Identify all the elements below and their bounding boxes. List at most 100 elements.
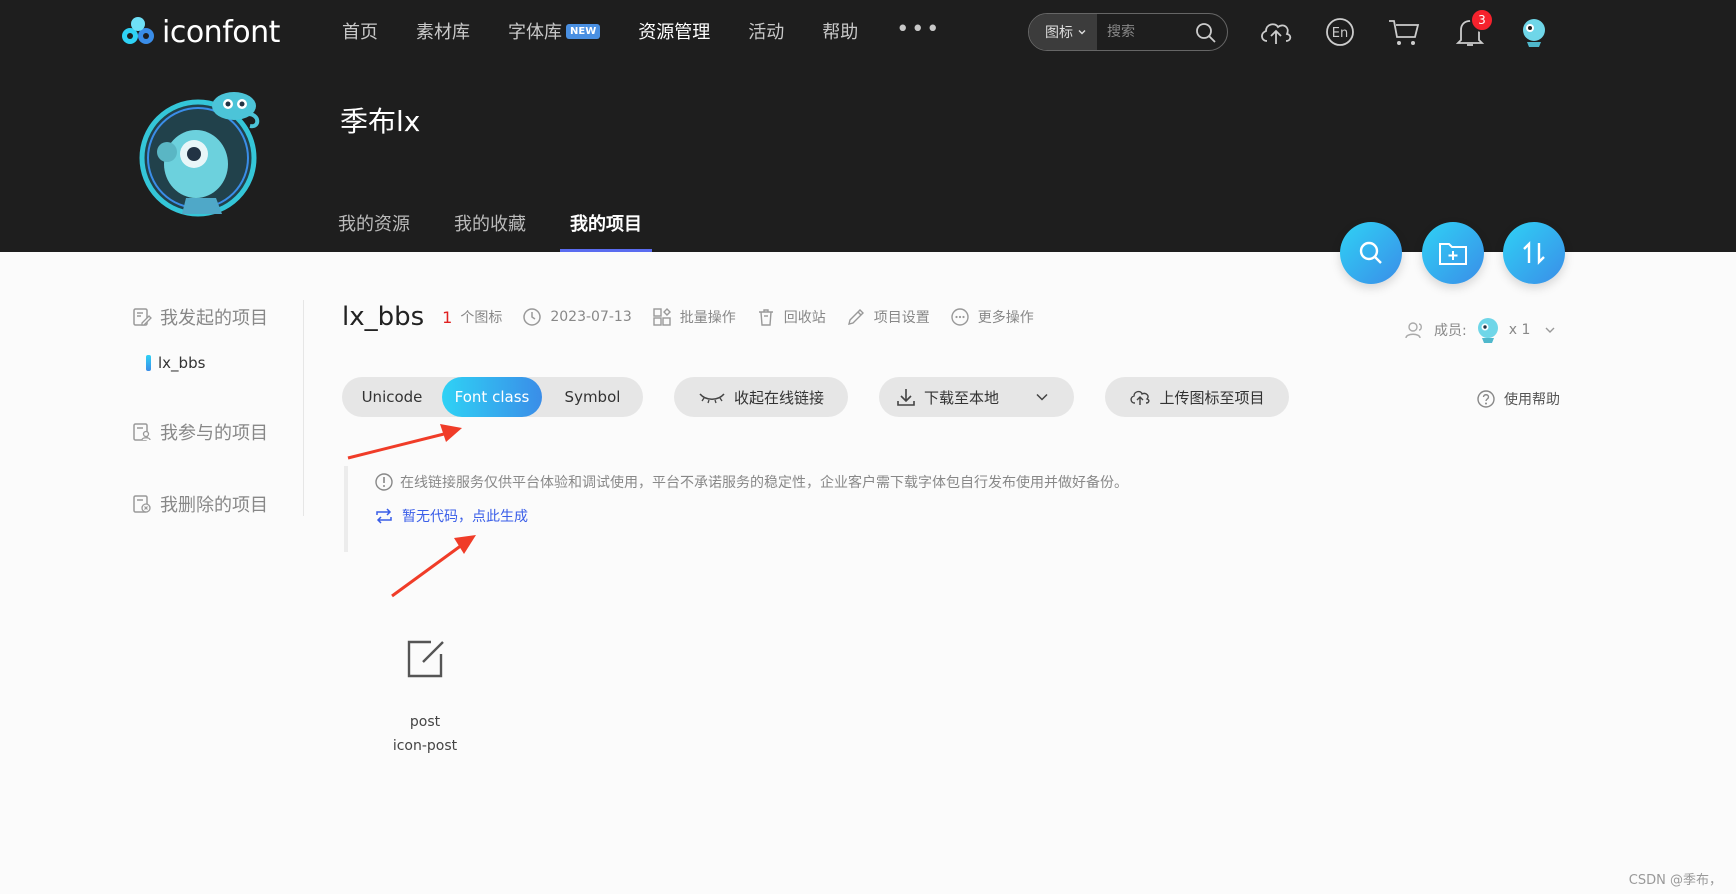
eye-closed-icon [699,393,725,404]
icon-count: 1 [442,307,453,327]
more-actions-label: 更多操作 [977,310,1034,326]
svg-text:En: En [1332,26,1348,41]
members-label: 成员: [1434,323,1467,339]
edit-square-icon [407,640,444,678]
collapse-online-link-label: 收起在线链接 [733,388,824,407]
nav-help-label: 帮助 [822,22,859,43]
search-box: 图标 [1028,13,1228,51]
arrow-to-font-class [347,424,462,460]
search-type-label: 图标 [1045,25,1073,41]
tab-my-projects[interactable]: 我的项目 [560,210,652,252]
batch-operation-button[interactable]: 批量操作 [652,307,736,327]
project-settings-label: 项目设置 [873,310,930,326]
search-icon[interactable] [1195,22,1217,44]
sidebar-item-created-label: 我发起的项目 [160,308,268,329]
project-title: lx_bbs [342,302,425,332]
members-dropdown[interactable]: 成员: x 1 [1404,316,1556,344]
language-en-icon[interactable]: En [1322,14,1358,50]
sidebar-item-created[interactable]: 我发起的项目 [132,304,268,330]
icon-class-name: icon-post [392,738,458,754]
nav-events[interactable]: 活动 [748,18,784,44]
profile-name: 季布lx [340,105,421,138]
logo-text: iconfont [162,14,280,50]
chevron-down-icon[interactable] [1035,390,1049,404]
nav-more-icon[interactable]: ••• [896,17,941,42]
bell-icon[interactable]: 3 [1452,8,1494,50]
sidebar-item-deleted[interactable]: 我删除的项目 [132,491,268,517]
sort-icon [1523,241,1545,265]
search-fab-button[interactable] [1340,222,1402,284]
folder-add-icon [1439,243,1467,265]
more-actions-button[interactable]: 更多操作 [950,307,1034,327]
download-local-label: 下载至本地 [923,388,999,407]
nav-library[interactable]: 素材库 [416,18,470,44]
trash-doc-icon [133,495,151,513]
sidebar-subitem-lx-bbs[interactable]: lx_bbs [146,354,205,372]
sidebar-item-joined-label: 我参与的项目 [160,423,268,444]
new-folder-fab-button[interactable] [1422,222,1484,284]
notice-text: 在线链接服务仅供平台体验和调试使用，平台不承诺服务的稳定性，企业客户需下载字体包… [400,475,1128,491]
nav-home[interactable]: 首页 [342,18,378,44]
tab-font-class[interactable]: Font class [442,377,542,417]
sort-fab-button[interactable] [1503,222,1565,284]
members-count: x 1 [1508,322,1531,338]
more-circle-icon [951,308,969,326]
profile-avatar [139,92,260,217]
search-type-select[interactable]: 图标 [1029,14,1097,50]
usage-help-link[interactable]: 使用帮助 [1476,389,1560,409]
upload-to-project-label: 上传图标至项目 [1159,388,1265,407]
edit-doc-icon [133,308,152,326]
collapse-online-link-button[interactable]: 收起在线链接 [674,377,848,417]
members-icon [1405,322,1422,339]
nav-home-label: 首页 [342,22,378,43]
nav-fonts[interactable]: 字体库 NEW [508,18,601,44]
chevron-down-icon [1545,327,1555,333]
upload-to-project-button[interactable]: 上传图标至项目 [1105,377,1289,417]
tab-my-resources[interactable]: 我的资源 [338,210,410,252]
trash-icon [758,309,773,326]
project-settings-button[interactable]: 项目设置 [846,307,930,327]
sidebar-item-joined[interactable]: 我参与的项目 [132,419,268,445]
icon-name: post [409,714,441,730]
user-avatar[interactable] [1516,14,1552,50]
tab-symbol[interactable]: Symbol [542,377,643,417]
sidebar-item-deleted-label: 我删除的项目 [160,495,268,516]
logo[interactable]: iconfont [120,10,280,54]
batch-operation-label: 批量操作 [679,310,736,326]
notice-text-line: 在线链接服务仅供平台体验和调试使用，平台不承诺服务的稳定性，企业客户需下载字体包… [374,472,1128,492]
nav-library-label: 素材库 [416,22,470,43]
project-header: lx_bbs 1 个图标 2023-07-13 批量操作 回收站 项目设置 更多… [342,300,1054,334]
notification-badge: 3 [1470,8,1494,32]
profile-tabs: 我的资源 我的收藏 我的项目 [338,210,686,252]
sidebar-subitem-label: lx_bbs [158,354,206,372]
search-input[interactable] [1097,24,1187,40]
member-avatar [1477,318,1498,343]
code-type-tabs: Unicode Font class Symbol [342,377,643,417]
refresh-icon [376,508,392,524]
new-badge: NEW [566,23,601,39]
project-sidebar: 我发起的项目 lx_bbs 我参与的项目 我删除的项目 [128,300,304,516]
chevron-down-icon [1078,30,1086,35]
recycle-bin-label: 回收站 [783,310,826,326]
nav-help[interactable]: 帮助 [822,18,858,44]
online-link-notice: 在线链接服务仅供平台体验和调试使用，平台不承诺服务的稳定性，企业客户需下载字体包… [344,466,1244,552]
clock-icon [523,308,542,326]
usage-help-label: 使用帮助 [1504,392,1560,408]
icon-count-unit: 个图标 [460,307,502,327]
tab-unicode[interactable]: Unicode [342,377,442,417]
person-doc-icon [133,423,151,441]
cart-icon[interactable] [1386,14,1422,50]
tab-my-favorites[interactable]: 我的收藏 [454,210,526,252]
download-local-button[interactable]: 下载至本地 [879,377,1074,417]
generate-code-link[interactable]: 暂无代码，点此生成 [374,506,528,526]
icon-card-post[interactable]: post icon-post [380,626,470,754]
project-date: 2023-07-13 [522,307,632,327]
watermark: CSDN @季布， [1628,873,1722,888]
nav-resources[interactable]: 资源管理 [638,18,710,44]
recycle-bin-button[interactable]: 回收站 [756,307,826,327]
top-header: iconfont 首页 素材库 字体库 NEW 资源管理 活动 帮助 ••• 图标… [0,0,1736,252]
help-circle-icon [1477,390,1495,408]
upload-cloud-icon[interactable] [1258,14,1294,50]
nav-fonts-label: 字体库 [508,22,562,43]
generate-code-label: 暂无代码，点此生成 [402,509,528,525]
